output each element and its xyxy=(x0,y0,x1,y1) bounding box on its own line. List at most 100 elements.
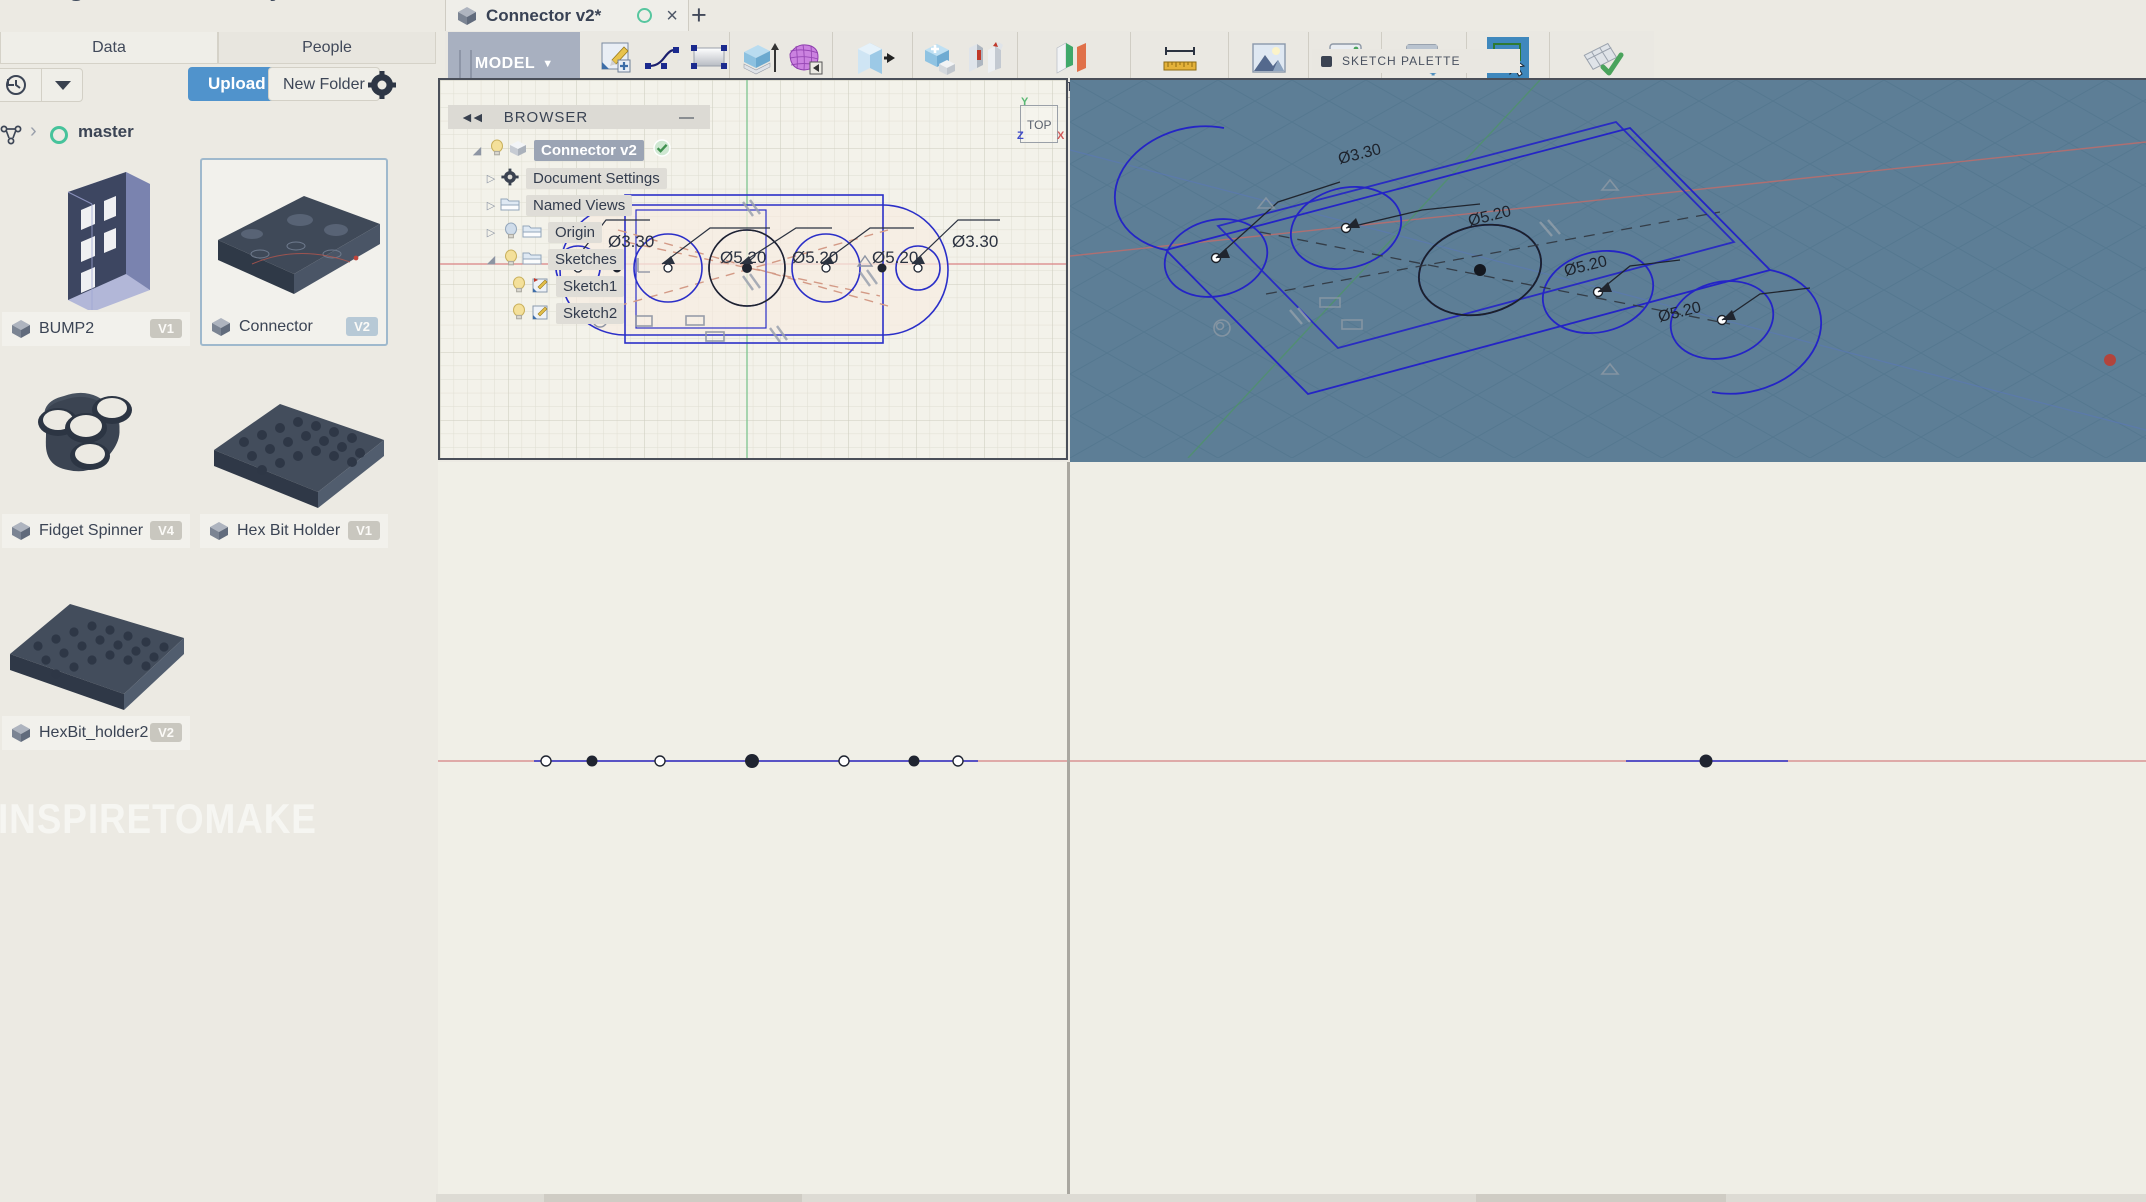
tree-node-label: Document Settings xyxy=(526,168,667,189)
offset-plane-icon[interactable] xyxy=(1052,38,1096,78)
visibility-bulb-icon[interactable] xyxy=(500,249,522,271)
tab-people[interactable]: People xyxy=(218,32,436,64)
fusion-window: Connector v2* × + MODEL ▼ xyxy=(436,0,2146,1202)
canvas-divider[interactable] xyxy=(1067,462,1070,1202)
tree-node-label: Sketches xyxy=(548,249,624,270)
insert-image-icon[interactable] xyxy=(1247,38,1291,78)
component-icon xyxy=(10,521,32,541)
tree-node-label: Origin xyxy=(548,222,602,243)
tree-node-origin[interactable]: ▷ Origin xyxy=(448,219,710,246)
twisty-icon[interactable]: ▷ xyxy=(482,226,500,239)
new-folder-button[interactable]: New Folder xyxy=(268,67,380,101)
tree-node-sketch1[interactable]: Sketch1 xyxy=(448,273,710,300)
project-status-icon xyxy=(50,126,68,144)
data-card-bump2[interactable]: BUMP2 V1 xyxy=(2,158,190,346)
model-viewport[interactable]: Ø3.30 Ø5.20 Ø5.20 Ø5.20 xyxy=(1070,78,2146,464)
version-badge: V2 xyxy=(346,317,378,336)
dimension-label[interactable]: Ø5.20 xyxy=(720,248,766,268)
browser-title: BROWSER xyxy=(504,109,589,126)
data-card-hexbit-holder2[interactable]: HexBit_holder2 V2 xyxy=(2,562,190,750)
visibility-bulb-icon[interactable] xyxy=(508,276,530,298)
breadcrumb-project[interactable]: master xyxy=(78,122,134,142)
twisty-icon[interactable]: ▷ xyxy=(482,172,500,185)
watermark-text: YOUTUBE.COM/INSPIRETOMAKE xyxy=(0,795,580,843)
view-cube[interactable]: TOP X Z Y xyxy=(1015,100,1061,146)
rectangle-icon[interactable] xyxy=(688,38,732,78)
visibility-bulb-icon[interactable] xyxy=(508,303,530,325)
tree-node-sketches[interactable]: ◢ Sketches xyxy=(448,246,710,273)
form-icon[interactable] xyxy=(782,38,826,78)
gear-icon[interactable] xyxy=(368,71,396,104)
project-title-bar: Igor's First Project ↺ xyxy=(0,0,436,26)
stop-sketch-icon[interactable] xyxy=(1580,38,1624,78)
browser-panel: ◄◄ BROWSER — ◢ Connector v2 ▷ Docu xyxy=(448,105,710,327)
new-component-icon[interactable] xyxy=(919,38,963,78)
sketch-palette-panel[interactable]: SKETCH PALETTE xyxy=(1312,49,1520,73)
version-badge: V1 xyxy=(150,319,182,338)
component-icon xyxy=(208,521,230,541)
folder-icon xyxy=(522,249,548,271)
spline-icon[interactable] xyxy=(642,38,686,78)
page-title: Igor's First Project xyxy=(58,0,323,2)
create-sketch-icon[interactable] xyxy=(596,38,640,78)
search-icon[interactable] xyxy=(382,0,412,5)
undo-icon[interactable]: ↺ xyxy=(330,0,359,6)
home-icon[interactable] xyxy=(0,124,24,151)
card-name: HexBit_holder2 xyxy=(39,724,148,742)
tab-data[interactable]: Data xyxy=(0,32,218,64)
thumbnail-hexbit-holder2 xyxy=(2,562,190,714)
lower-right-graphics xyxy=(1070,462,2146,1202)
component-icon xyxy=(456,6,478,26)
tree-node-sketch2[interactable]: Sketch2 xyxy=(448,300,710,327)
component-icon xyxy=(10,723,32,743)
measure-icon[interactable] xyxy=(1158,38,1202,78)
collapse-icon[interactable]: ◄◄ xyxy=(460,109,482,125)
card-name: Fidget Spinner xyxy=(39,522,143,540)
joint-icon[interactable] xyxy=(963,38,1007,78)
twisty-icon[interactable]: ◢ xyxy=(482,253,500,266)
press-pull-icon[interactable] xyxy=(851,38,895,78)
twisty-icon[interactable]: ▷ xyxy=(482,199,500,212)
version-history-dropdown[interactable] xyxy=(41,68,83,102)
data-card-connector[interactable]: Connector V2 xyxy=(200,158,388,346)
component-icon xyxy=(508,139,534,161)
card-footer: HexBit_holder2 V2 xyxy=(2,716,190,750)
tree-node-connector-v2[interactable]: ◢ Connector v2 xyxy=(448,135,710,165)
tree-node-label: Sketch2 xyxy=(556,303,624,324)
tree-node-named-views[interactable]: ▷ Named Views xyxy=(448,192,710,219)
card-name: Connector xyxy=(239,318,313,336)
data-card-hex-bit-holder[interactable]: Hex Bit Holder V1 xyxy=(200,360,388,548)
thumbnail-bump2 xyxy=(2,158,190,310)
data-card-fidget-spinner[interactable]: Fidget Spinner V4 xyxy=(2,360,190,548)
lower-right-canvas[interactable] xyxy=(1070,462,2146,1202)
pin-icon[interactable] xyxy=(1321,56,1332,67)
card-name: BUMP2 xyxy=(39,320,94,338)
component-icon xyxy=(210,317,232,337)
dimension-label[interactable]: Ø5.20 xyxy=(792,248,838,268)
browser-header[interactable]: ◄◄ BROWSER — xyxy=(448,105,710,129)
browser-menu-icon[interactable]: — xyxy=(679,109,694,126)
new-tab-button[interactable]: + xyxy=(691,2,707,29)
axis-y-label: Y xyxy=(1021,96,1028,108)
workspace-label: MODEL xyxy=(475,55,535,73)
visibility-bulb-icon[interactable] xyxy=(500,222,522,244)
twisty-icon[interactable]: ◢ xyxy=(468,144,486,157)
document-tab-connector[interactable]: Connector v2* × xyxy=(445,0,689,32)
version-badge: V4 xyxy=(150,521,182,540)
close-icon[interactable]: × xyxy=(666,6,678,26)
dimension-label[interactable]: Ø3.30 xyxy=(952,232,998,252)
card-footer: Connector V2 xyxy=(202,310,386,344)
extrude-icon[interactable] xyxy=(736,38,780,78)
card-footer: BUMP2 V1 xyxy=(2,312,190,346)
component-icon xyxy=(10,319,32,339)
tree-node-document-settings[interactable]: ▷ Document Settings xyxy=(448,165,710,192)
sketch-locked-icon xyxy=(530,276,556,298)
data-panel-toolbar: Upload New Folder xyxy=(0,72,436,112)
tree-node-label: Sketch1 xyxy=(556,276,624,297)
chevron-down-icon: ▼ xyxy=(542,58,553,70)
sketch-palette-title: SKETCH PALETTE xyxy=(1342,54,1460,68)
visibility-bulb-icon[interactable] xyxy=(486,139,508,161)
version-history-button[interactable] xyxy=(0,68,42,102)
sketch-icon xyxy=(530,303,556,325)
dimension-label[interactable]: Ø5.20 xyxy=(872,248,918,268)
